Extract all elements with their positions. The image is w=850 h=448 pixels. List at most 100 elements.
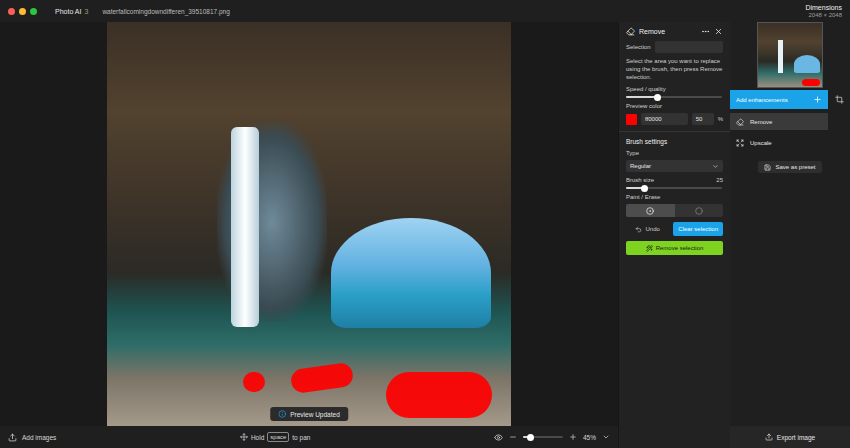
export-label: Export image <box>777 434 815 441</box>
paint-erase-label: Paint / Erase <box>626 194 723 200</box>
crop-button[interactable] <box>828 95 850 104</box>
eraser-icon <box>736 118 744 126</box>
app-version: 3 <box>84 8 88 15</box>
photo[interactable]: Preview Updated <box>107 22 511 426</box>
erase-icon <box>695 207 703 215</box>
color-hex-field[interactable]: ff0000 <box>641 113 688 125</box>
slider-knob[interactable] <box>641 185 648 192</box>
brush-size-row: Brush size25 <box>626 177 723 183</box>
opacity-unit: % <box>718 116 723 122</box>
hint-suffix: to pan <box>292 434 310 441</box>
enhancement-item[interactable]: Remove <box>730 113 828 130</box>
chevron-down-icon[interactable] <box>602 433 610 441</box>
export-button[interactable]: Export image <box>730 426 850 448</box>
add-images-label: Add images <box>22 434 56 441</box>
thumbnail[interactable] <box>757 22 823 88</box>
brush-mark <box>290 362 355 394</box>
add-images-button[interactable]: Add images <box>8 433 56 442</box>
hint-key: space <box>267 432 289 442</box>
export-icon <box>765 433 773 441</box>
pan-hint: Holdspaceto pan <box>240 432 310 442</box>
paint-erase-toggle <box>626 204 723 217</box>
paint-mode-button[interactable] <box>626 204 675 217</box>
enhancement-item[interactable]: Upscale <box>730 134 828 151</box>
crop-icon <box>835 95 844 104</box>
erase-mode-button[interactable] <box>675 204 724 217</box>
minimize-light[interactable] <box>19 8 26 15</box>
thumbnail-mark <box>802 79 820 86</box>
save-preset-button[interactable]: Save as preset <box>758 161 821 173</box>
eye-icon[interactable] <box>494 433 503 442</box>
wand-icon <box>646 245 653 252</box>
cave-opening <box>331 218 491 328</box>
slider-knob[interactable] <box>527 434 534 441</box>
divider <box>619 131 730 132</box>
info-icon <box>278 410 286 418</box>
upload-icon <box>8 433 17 442</box>
expand-icon <box>736 139 744 147</box>
undo-button[interactable]: Undo <box>626 222 669 236</box>
selection-row: Selection <box>626 41 723 53</box>
more-icon[interactable] <box>701 27 710 36</box>
panel-title: Remove <box>639 28 665 35</box>
clear-selection-button[interactable]: Clear selection <box>673 222 723 236</box>
preview-color-section: Preview color ff0000 50% <box>626 103 723 125</box>
paint-icon <box>646 207 654 215</box>
bottom-bar: Add images Holdspaceto pan 45% <box>0 426 618 448</box>
brush-size-value: 25 <box>716 177 723 183</box>
add-enhancements-button[interactable]: Add enhancements <box>730 90 828 109</box>
dimensions: Dimensions2048 × 2048 <box>730 4 842 19</box>
save-preset-label: Save as preset <box>775 164 815 170</box>
chevron-down-icon <box>712 163 719 170</box>
dimensions-value: 2048 × 2048 <box>808 12 842 19</box>
remove-selection-button[interactable]: Remove selection <box>626 241 723 255</box>
preview-color-row: ff0000 50% <box>626 113 723 125</box>
enhancement-label: Upscale <box>750 140 772 146</box>
move-icon <box>240 433 248 441</box>
brush-mark <box>386 372 492 418</box>
description: Select the area you want to replace usin… <box>626 58 723 81</box>
brush-size-slider[interactable] <box>626 187 722 189</box>
plus-icon[interactable] <box>569 433 577 441</box>
close-icon[interactable] <box>714 27 723 36</box>
type-label: Type <box>626 150 723 156</box>
type-dropdown[interactable]: Regular <box>626 160 723 172</box>
speed-label: Speed / quality <box>626 86 723 92</box>
add-enhancements-label: Add enhancements <box>736 97 788 103</box>
app-window: Photo AI3 waterfallcomingdowndifferen_395… <box>0 0 850 448</box>
main-area: Preview Updated Add images Holdspaceto pan… <box>0 22 850 448</box>
speed-section: Speed / quality <box>626 86 723 98</box>
zoom-slider[interactable] <box>523 436 563 438</box>
save-icon <box>764 164 771 171</box>
slider-fill <box>626 96 658 98</box>
eraser-icon <box>626 27 635 36</box>
selection-label: Selection <box>626 44 651 50</box>
action-row: Undo Clear selection <box>626 222 723 236</box>
preview-color-label: Preview color <box>626 103 723 109</box>
preset-wrap: Save as preset <box>730 161 850 173</box>
close-light[interactable] <box>8 8 15 15</box>
waterfall <box>231 127 259 327</box>
enhancements-sidebar: Add enhancements Remove Upscale Save as pre… <box>730 22 850 448</box>
title-bar: Photo AI3 waterfallcomingdowndifferen_395… <box>0 0 850 22</box>
hint-prefix: Hold <box>251 434 264 441</box>
file-name: waterfallcomingdowndifferen_39510817.png <box>102 8 229 15</box>
slider-knob[interactable] <box>654 94 661 101</box>
window-controls <box>8 8 37 15</box>
enhancement-label: Remove <box>750 119 772 125</box>
brush-settings-title: Brush settings <box>626 138 723 145</box>
selection-field[interactable] <box>655 41 723 53</box>
zoom-controls: 45% <box>494 433 610 442</box>
app-name: Photo AI <box>55 8 81 15</box>
opacity-field[interactable]: 50 <box>692 113 714 125</box>
canvas[interactable]: Preview Updated <box>0 22 618 426</box>
type-value: Regular <box>630 163 651 169</box>
speed-slider[interactable] <box>626 96 722 98</box>
zoom-light[interactable] <box>30 8 37 15</box>
color-swatch[interactable] <box>626 114 637 125</box>
undo-icon <box>635 226 642 233</box>
brush-size-section: Brush size25 <box>626 177 723 189</box>
plus-icon <box>813 95 822 104</box>
zoom-value[interactable]: 45% <box>583 434 596 441</box>
minus-icon[interactable] <box>509 433 517 441</box>
